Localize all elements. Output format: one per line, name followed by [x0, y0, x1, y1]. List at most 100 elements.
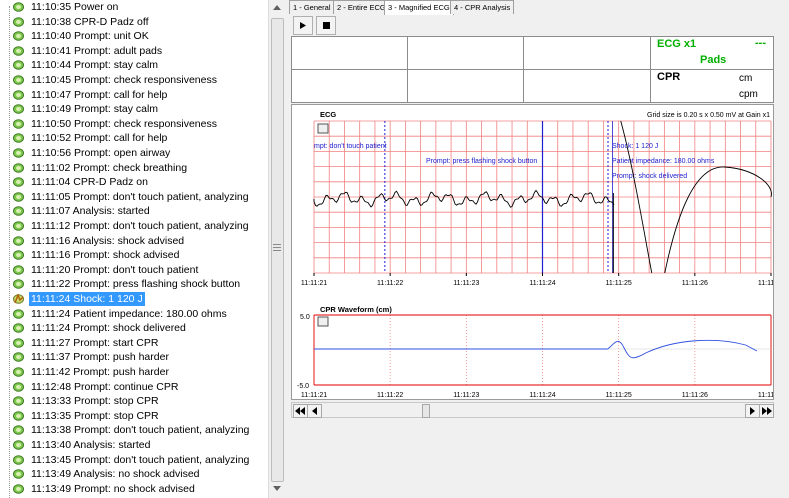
event-row[interactable]: 11:10:47 Prompt: call for help	[0, 88, 268, 102]
event-row[interactable]: 11:13:49 Prompt: no shock advised	[0, 482, 268, 496]
event-leaf-icon	[13, 235, 24, 246]
event-row[interactable]: 11:10:38 CPR-D Padz off	[0, 15, 268, 29]
event-row[interactable]: 11:11:42 Prompt: push harder	[0, 365, 268, 379]
event-leaf-icon	[13, 323, 24, 333]
event-row[interactable]: 11:11:07 Analysis: started	[0, 204, 268, 218]
event-leaf-icon	[13, 250, 24, 260]
event-row-selected[interactable]: 11:11:24 Shock: 1 120 J	[0, 291, 268, 307]
event-row[interactable]: 11:13:38 Prompt: don't touch patient, an…	[0, 423, 268, 437]
step-back-icon	[312, 407, 317, 415]
event-row[interactable]: 11:10:40 Prompt: unit OK	[0, 29, 268, 43]
cpr-xtick-label: 11:11:21	[301, 392, 327, 399]
shock-event-icon	[13, 294, 24, 304]
event-leaf-icon	[13, 89, 24, 100]
event-row[interactable]: 11:11:24 Patient impedance: 180.00 ohms	[0, 307, 268, 321]
chart-area: ECG Grid size is 0.20 s x 0.50 mV at Gain…	[291, 104, 774, 400]
event-list-scrollbar[interactable]	[268, 0, 286, 498]
event-row[interactable]: 11:10:49 Prompt: stay calm	[0, 102, 268, 116]
event-text: 11:11:27 Prompt: start CPR	[31, 336, 159, 349]
event-row[interactable]: 11:11:05 Prompt: don't touch patient, an…	[0, 190, 268, 204]
rewind-icon	[295, 407, 305, 415]
cpr-ymin-label: -5.0	[297, 383, 309, 390]
event-leaf-icon	[13, 177, 24, 187]
scroll-to-start-button[interactable]	[293, 404, 308, 418]
event-row[interactable]: 11:11:04 CPR-D Padz on	[0, 175, 268, 189]
play-button[interactable]	[293, 16, 313, 35]
ecg-options-icon	[317, 123, 329, 134]
event-leaf-icon	[13, 191, 24, 202]
ecg-annotation: mpt: don't touch patient	[314, 143, 387, 150]
event-leaf-icon	[13, 75, 24, 85]
event-row[interactable]: 11:11:22 Prompt: press flashing shock bu…	[0, 277, 268, 291]
event-row[interactable]: 11:10:56 Prompt: open airway	[0, 146, 268, 160]
timeline-scrollbar[interactable]	[291, 402, 774, 418]
event-text: 11:11:37 Prompt: push harder	[31, 351, 169, 364]
cpr-xtick-label: 11:11:25	[606, 392, 632, 399]
ecg-xtick-label: 11:11:26	[682, 280, 708, 287]
tab-magnified-ecg[interactable]: 3 - Magnified ECG	[384, 0, 454, 15]
event-text: 11:13:49 Analysis: no shock advised	[31, 468, 200, 481]
event-row[interactable]: 11:11:20 Prompt: don't touch patient	[0, 263, 268, 277]
event-row[interactable]: 11:11:16 Analysis: shock advised	[0, 234, 268, 248]
event-row[interactable]: 11:11:12 Prompt: don't touch patient, an…	[0, 219, 268, 233]
scroll-down-arrow-icon[interactable]	[273, 486, 281, 491]
event-row[interactable]: 11:10:52 Prompt: call for help	[0, 131, 268, 145]
event-row[interactable]: 11:13:40 Analysis: started	[0, 438, 268, 452]
scroll-left-button[interactable]	[307, 404, 322, 418]
event-text: 11:10:44 Prompt: stay calm	[31, 59, 159, 72]
step-forward-icon	[750, 407, 755, 415]
event-leaf-icon	[13, 221, 24, 231]
ecg-annotation: Patient impedance: 180.00 ohms	[612, 158, 715, 165]
ecg-title: ECG	[320, 110, 336, 119]
ecg-annotation: Shock: 1 120 J	[612, 143, 658, 150]
event-leaf-icon	[13, 118, 24, 129]
event-leaf-icon	[13, 381, 24, 392]
event-leaf-icon	[13, 31, 24, 41]
cpr-options-icon	[317, 316, 329, 327]
event-text: 11:13:49 Prompt: no shock advised	[31, 482, 195, 495]
event-row[interactable]: 11:11:27 Prompt: start CPR	[0, 336, 268, 350]
fast-forward-icon	[762, 407, 772, 415]
tab-entire-ecg[interactable]: 2 - Entire ECG	[333, 0, 390, 14]
event-row[interactable]: 11:10:50 Prompt: check responsiveness	[0, 117, 268, 131]
event-text: 11:11:20 Prompt: don't touch patient	[31, 263, 199, 276]
event-row[interactable]: 11:11:24 Prompt: shock delivered	[0, 321, 268, 335]
event-row[interactable]: 11:13:49 Analysis: no shock advised	[0, 467, 268, 481]
event-text: 11:10:52 Prompt: call for help	[31, 132, 168, 145]
cpr-title: CPR Waveform (cm)	[320, 305, 392, 314]
cpr-xtick-label: 11:11:23	[453, 392, 479, 399]
event-list[interactable]: 11:10:35 Power on 11:10:38 CPR-D Padz off…	[0, 0, 268, 498]
event-text: 11:13:38 Prompt: don't touch patient, an…	[31, 424, 250, 437]
ecg-annotation: Prompt: press flashing shock button	[426, 158, 537, 165]
event-text: 11:10:35 Power on	[31, 1, 119, 13]
scroll-to-end-button[interactable]	[759, 404, 774, 418]
charts-svg[interactable]: ECG Grid size is 0.20 s x 0.50 mV at Gain…	[292, 105, 773, 399]
event-row[interactable]: 11:13:45 Prompt: don't touch patient, an…	[0, 453, 268, 467]
event-text: 11:10:41 Prompt: adult pads	[31, 44, 163, 57]
event-row[interactable]: 11:11:37 Prompt: push harder	[0, 350, 268, 364]
event-row[interactable]: 11:10:35 Power on	[0, 0, 268, 14]
event-row[interactable]: 11:10:45 Prompt: check responsiveness	[0, 73, 268, 87]
scroll-right-button[interactable]	[745, 404, 760, 418]
event-row[interactable]: 11:10:41 Prompt: adult pads	[0, 44, 268, 58]
event-row[interactable]: 11:12:48 Prompt: continue CPR	[0, 380, 268, 394]
ecg-xtick-label: 11:11:23	[453, 280, 479, 287]
event-row[interactable]: 11:11:02 Prompt: check breathing	[0, 161, 268, 175]
cpr-rate-unit: cpm	[739, 89, 758, 100]
pads-label: Pads	[700, 54, 727, 66]
event-row[interactable]: 11:11:16 Prompt: shock advised	[0, 248, 268, 262]
info-cell	[407, 69, 524, 103]
timeline-scroll-thumb[interactable]	[422, 404, 430, 418]
event-text: 11:10:45 Prompt: check responsiveness	[31, 74, 217, 86]
scroll-up-arrow-icon[interactable]	[273, 5, 281, 10]
ecg-xtick-label: 11:11:22	[377, 280, 403, 287]
tab-general[interactable]: 1 - General	[289, 0, 335, 14]
event-row[interactable]: 11:10:44 Prompt: stay calm	[0, 58, 268, 72]
stop-button[interactable]	[316, 16, 336, 35]
event-row[interactable]: 11:13:33 Prompt: stop CPR	[0, 394, 268, 408]
event-leaf-icon	[13, 104, 24, 114]
event-row[interactable]: 11:13:35 Prompt: stop CPR	[0, 409, 268, 423]
event-text: 11:12:48 Prompt: continue CPR	[31, 380, 179, 393]
info-cell	[523, 36, 651, 70]
tab-cpr-analysis[interactable]: 4 - CPR Analysis	[450, 0, 515, 14]
